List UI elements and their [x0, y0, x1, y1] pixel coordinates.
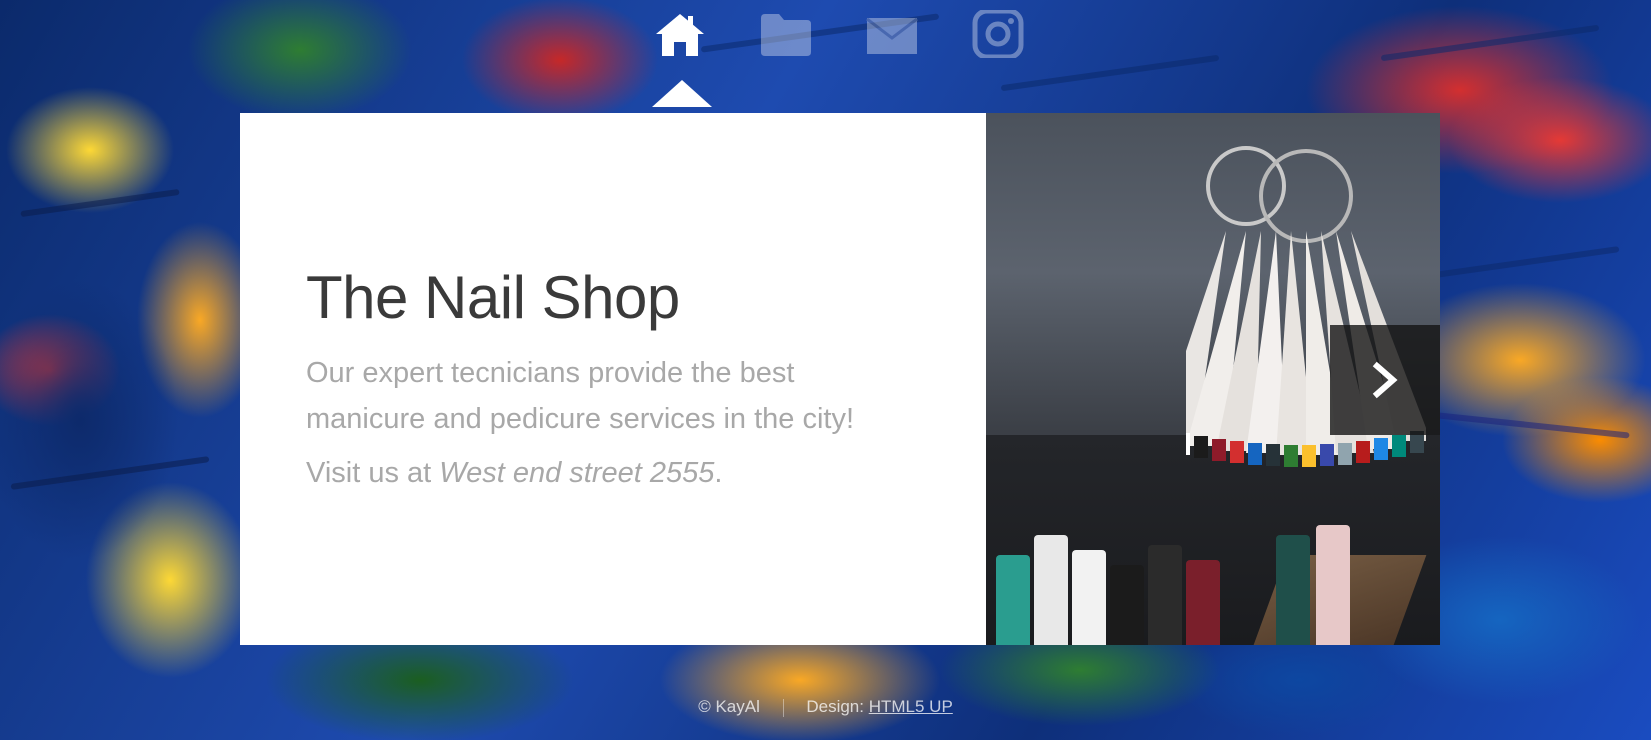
- top-navigation: [0, 0, 1651, 107]
- intro-panel: The Nail Shop Our expert tecnicians prov…: [240, 113, 1440, 645]
- folder-icon: [761, 14, 811, 56]
- nail-swatch-photo: [986, 113, 1440, 645]
- footer-separator: [782, 698, 784, 717]
- swatch-fan-graphic: [1186, 146, 1426, 467]
- photo-bottle: [1072, 550, 1106, 645]
- photo-bottle: [1276, 535, 1310, 645]
- photo-bottle: [1186, 560, 1220, 645]
- active-nav-pointer: [652, 80, 712, 107]
- page-title: The Nail Shop: [306, 263, 680, 331]
- intro-content: The Nail Shop Our expert tecnicians prov…: [240, 113, 986, 645]
- nav-instagram[interactable]: [968, 8, 1028, 60]
- intro-description: Our expert tecnicians provide the best m…: [306, 356, 855, 435]
- footer: © KayAl Design: HTML5 UP: [0, 697, 1651, 717]
- home-icon: [656, 14, 704, 56]
- nav-portfolio[interactable]: [756, 8, 816, 60]
- photo-bottle: [1034, 535, 1068, 645]
- photo-bottle: [1316, 525, 1350, 645]
- chevron-right-icon: [1372, 361, 1398, 399]
- nav-home[interactable]: [650, 8, 710, 60]
- photo-bottle: [1148, 545, 1182, 645]
- photo-bottle: [1110, 565, 1144, 645]
- nav-contact[interactable]: [862, 8, 922, 60]
- visit-prefix: Visit us at: [306, 456, 440, 489]
- address: West end street 2555: [439, 456, 715, 489]
- design-credit-link[interactable]: HTML5 UP: [869, 697, 953, 716]
- visit-text: Visit us at West end street 2555.: [306, 450, 986, 496]
- photo-bottle: [996, 555, 1030, 645]
- design-label: Design:: [806, 697, 869, 716]
- envelope-icon: [866, 17, 918, 54]
- copyright-text: © KayAl: [698, 697, 760, 716]
- visit-suffix: .: [714, 456, 723, 489]
- instagram-icon: [972, 10, 1024, 58]
- next-slide-button[interactable]: [1330, 325, 1440, 435]
